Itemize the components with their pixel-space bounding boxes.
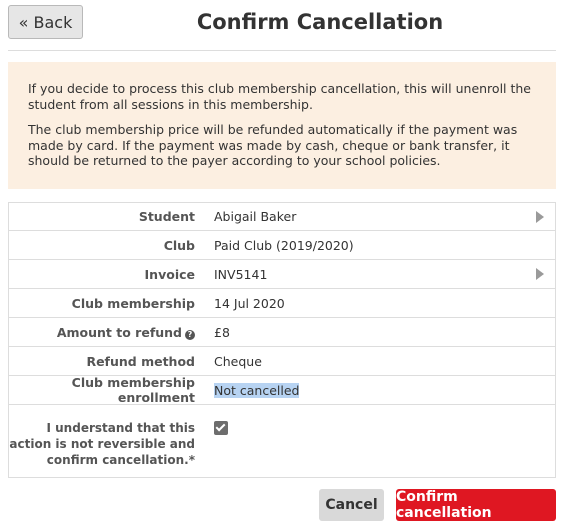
- club-membership-value: 14 Jul 2020: [214, 295, 285, 311]
- cancellation-notice: If you decide to process this club membe…: [8, 62, 556, 189]
- notice-paragraph-refund: The club membership price will be refund…: [28, 122, 518, 168]
- invoice-label: Invoice: [144, 266, 195, 282]
- student-value: Abigail Baker: [214, 209, 297, 224]
- amount-label-text: Amount to refund: [56, 324, 182, 340]
- confirm-cancellation-button[interactable]: Confirm cancellation: [396, 489, 556, 521]
- title-divider: [8, 50, 556, 51]
- refund-method-value: Cheque: [214, 353, 262, 369]
- confirm-label: I understand that this action is not rev…: [9, 421, 195, 467]
- enrollment-value: Not cancelled: [214, 382, 300, 398]
- row-club-membership: Club membership 14 Jul 2020: [9, 288, 555, 317]
- student-label: Student: [138, 209, 195, 224]
- chevron-right-icon[interactable]: [536, 268, 544, 280]
- chevron-right-icon[interactable]: [536, 210, 544, 223]
- club-label: Club: [163, 237, 195, 253]
- page-title: Confirm Cancellation: [196, 10, 444, 34]
- club-membership-label: Club membership: [71, 295, 195, 311]
- amount-to-refund-label: Amount to refund?: [9, 325, 195, 340]
- row-student[interactable]: Student Abigail Baker: [9, 203, 555, 230]
- club-value: Paid Club (2019/2020): [214, 237, 354, 253]
- row-club: Club Paid Club (2019/2020): [9, 230, 555, 259]
- row-refund-method: Refund method Cheque: [9, 346, 555, 375]
- enrollment-status-text: Not cancelled: [214, 382, 300, 398]
- cancel-button[interactable]: Cancel: [319, 489, 384, 521]
- row-enrollment: Club membership enrollment Not cancelled: [9, 375, 555, 405]
- row-confirm: I understand that this action is not rev…: [9, 404, 555, 477]
- notice-paragraph-unenroll: If you decide to process this club membe…: [28, 81, 531, 112]
- refund-method-label: Refund method: [86, 353, 195, 369]
- cancellation-details: Student Abigail Baker Club Paid Club (20…: [8, 202, 556, 478]
- enrollment-label: Club membership enrollment: [71, 375, 195, 405]
- help-icon[interactable]: ?: [185, 329, 195, 340]
- invoice-value: INV5141: [214, 266, 268, 282]
- amount-to-refund-value: £8: [214, 324, 230, 340]
- confirm-checkbox[interactable]: [214, 421, 228, 435]
- row-amount-to-refund: Amount to refund? £8: [9, 317, 555, 346]
- row-invoice[interactable]: Invoice INV5141: [9, 259, 555, 288]
